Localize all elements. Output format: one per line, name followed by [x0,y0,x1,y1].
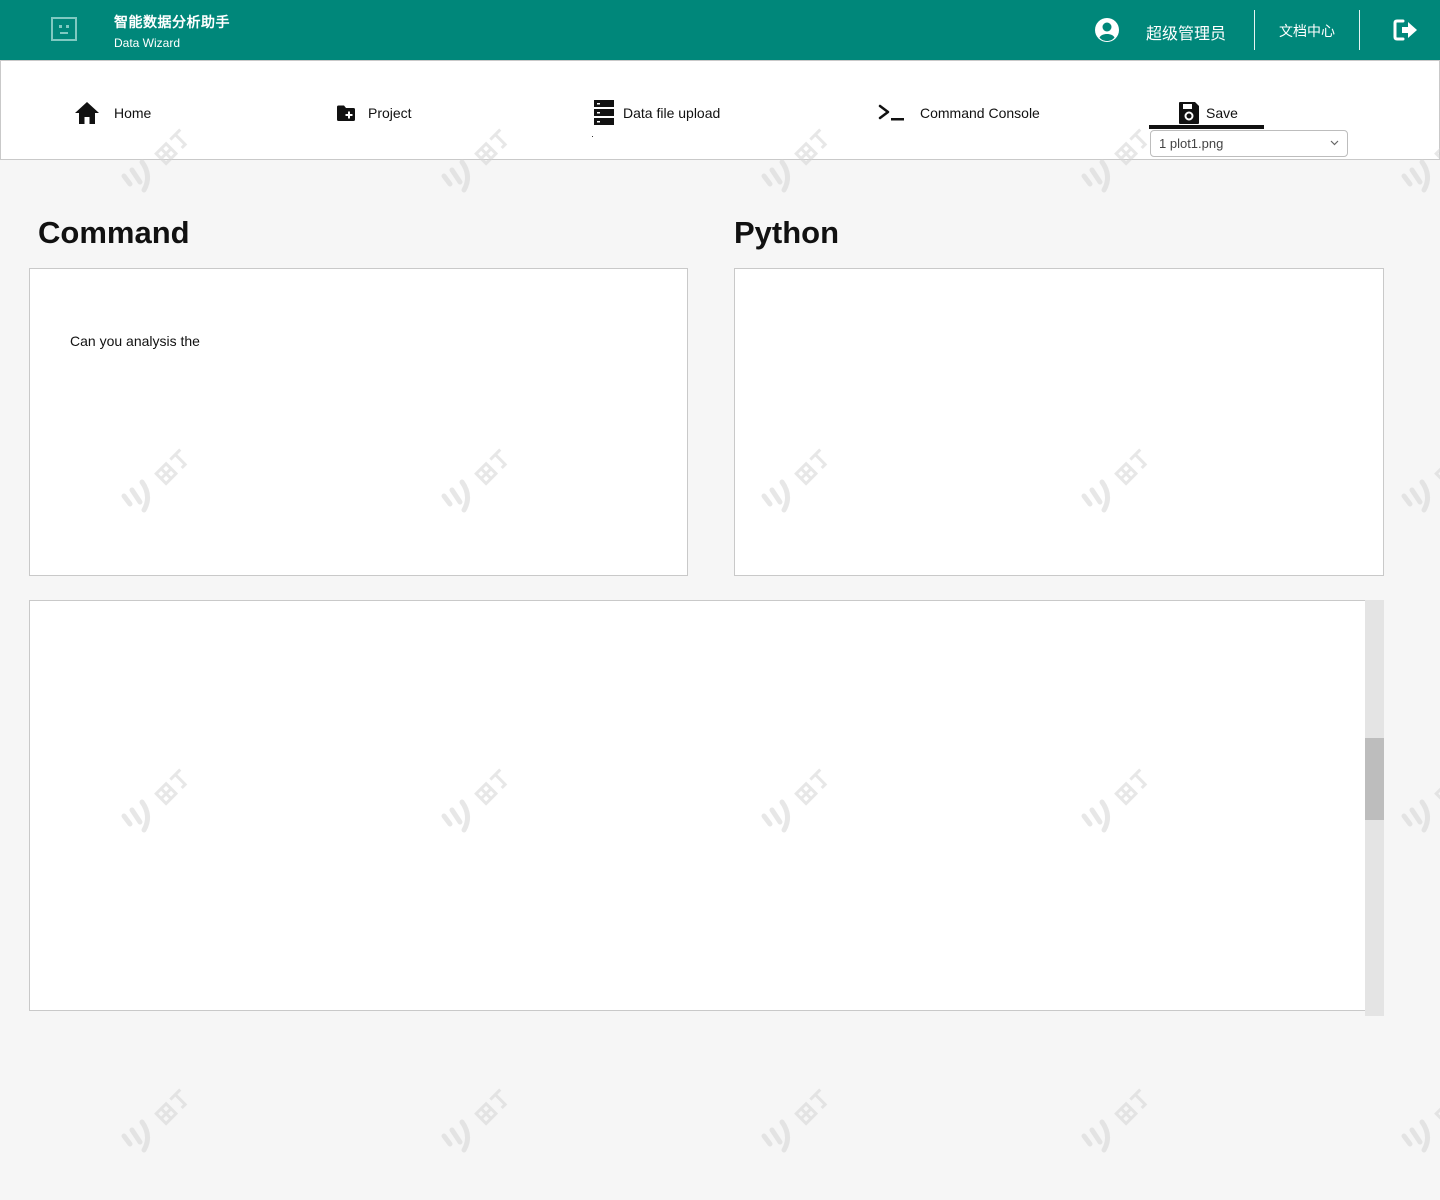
nav-label-command-console: Command Console [920,105,1040,121]
python-title: Python [734,215,840,250]
watermark-icon [441,1088,508,1153]
save-icon [1179,102,1199,124]
folder-plus-icon [337,105,355,121]
user-avatar-icon[interactable] [1094,17,1120,43]
docs-center-link[interactable]: 文档中心 [1279,21,1335,41]
output-panel [29,600,1366,1011]
python-code-box[interactable] [734,268,1384,576]
header-divider [1254,10,1255,50]
robot-logo-icon [51,17,77,41]
plot-file-select-value: 1 plot1.png [1159,136,1224,151]
watermark-icon [1401,461,1440,513]
nav-item-project[interactable]: Project [336,99,412,127]
nav-item-command-console[interactable]: Command Console [878,99,1040,127]
top-bar: 智能数据分析助手 Data Wizard 超级管理员 文档中心 [0,0,1440,60]
server-icon [594,100,614,125]
nav-item-home[interactable]: Home [74,99,151,127]
watermark-icon [1081,1088,1148,1153]
nav-label-save: Save [1206,105,1238,121]
watermark-icon [1401,781,1440,833]
header-divider [1359,10,1360,50]
nav-item-save[interactable]: Save [1178,99,1238,127]
active-tab-indicator [1149,125,1264,129]
terminal-icon [878,104,904,121]
watermark-icon [1401,1101,1440,1153]
logout-icon[interactable] [1393,18,1419,42]
app-title: 智能数据分析助手 [114,14,230,30]
nav-label-project: Project [368,105,412,121]
plot-file-select[interactable]: 1 plot1.png [1150,130,1348,157]
nav-dot [592,136,593,137]
command-input-box[interactable]: Can you analysis the [29,268,688,576]
chevron-down-icon [1330,140,1339,146]
user-name[interactable]: 超级管理员 [1146,20,1226,44]
home-icon [75,102,99,124]
nav-bar: Home Project Data file upload Command Co… [0,60,1440,160]
nav-item-data-upload[interactable]: Data file upload [594,99,720,127]
watermark-icon [761,1088,828,1153]
app-subtitle: Data Wizard [114,36,181,50]
nav-label-home: Home [114,105,152,121]
command-text: Can you analysis the [70,333,200,349]
output-scrollbar-thumb[interactable] [1365,738,1384,820]
watermark-icon [121,1088,188,1153]
command-title: Command [38,215,190,250]
nav-label-data-upload: Data file upload [623,105,721,121]
